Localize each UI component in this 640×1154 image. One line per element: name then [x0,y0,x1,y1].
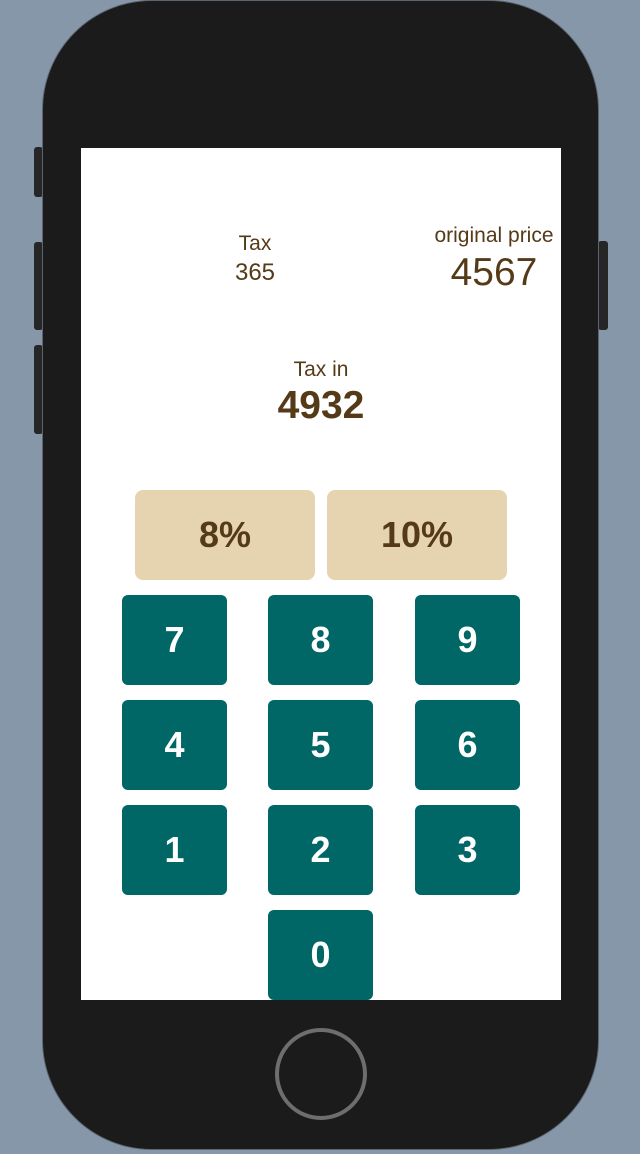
key-3[interactable]: 3 [415,805,520,895]
rate-8-button[interactable]: 8% [135,490,315,580]
power-button [598,241,608,330]
rate-10-button[interactable]: 10% [327,490,507,580]
key-5[interactable]: 5 [268,700,373,790]
original-price-value: 4567 [450,251,538,294]
key-7[interactable]: 7 [122,595,227,685]
original-price-label: original price [434,224,554,247]
tax-value: 365 [234,259,276,286]
key-1[interactable]: 1 [122,805,227,895]
tax-label: Tax [238,232,272,255]
key-8[interactable]: 8 [268,595,373,685]
key-9[interactable]: 9 [415,595,520,685]
key-6[interactable]: 6 [415,700,520,790]
home-button[interactable] [275,1028,367,1120]
key-0[interactable]: 0 [268,910,373,1000]
app-screen: Tax 365 original price 4567 Tax in 4932 … [81,148,561,1000]
tax-in-label: Tax in [293,358,349,381]
key-2[interactable]: 2 [268,805,373,895]
tax-in-value: 4932 [277,384,365,427]
key-4[interactable]: 4 [122,700,227,790]
